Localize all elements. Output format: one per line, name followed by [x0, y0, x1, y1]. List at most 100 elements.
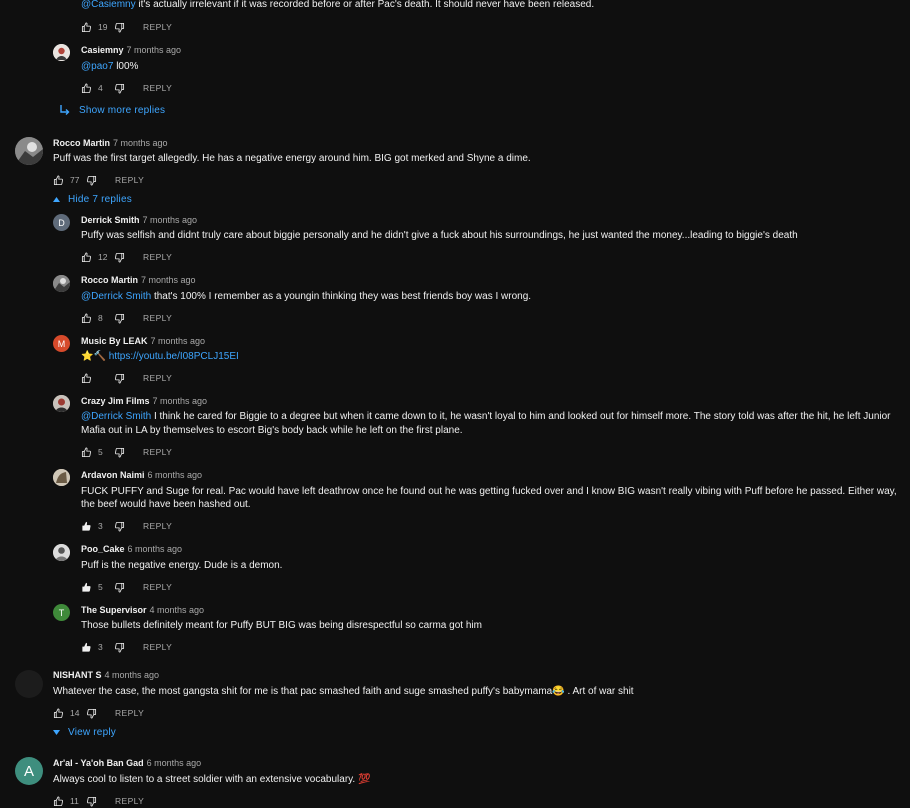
- comment-actions: 3 REPLY: [81, 640, 172, 654]
- comment-time[interactable]: 7 months ago: [151, 336, 206, 346]
- dislike-icon[interactable]: [114, 642, 125, 653]
- comment-time[interactable]: 7 months ago: [143, 215, 198, 225]
- dislike-icon[interactable]: [86, 175, 97, 186]
- avatar[interactable]: [53, 544, 70, 561]
- dislike-icon[interactable]: [114, 373, 125, 384]
- comment-time[interactable]: 6 months ago: [128, 544, 183, 554]
- video-link[interactable]: https://youtu.be/I08PCLJ15EI: [109, 351, 239, 362]
- view-reply-button[interactable]: View reply: [53, 727, 116, 738]
- mention-link[interactable]: @Casiemny: [81, 0, 136, 10]
- comment-author[interactable]: Music By LEAK 7 months ago: [81, 336, 205, 346]
- chevron-up-icon: [53, 197, 60, 202]
- avatar[interactable]: [53, 275, 70, 292]
- like-icon-active[interactable]: [81, 582, 92, 593]
- like-icon[interactable]: [81, 373, 92, 384]
- reply-button[interactable]: REPLY: [143, 313, 172, 323]
- like-count: 14: [70, 708, 80, 718]
- reply-button[interactable]: REPLY: [143, 22, 172, 32]
- comment-author[interactable]: The Supervisor 4 months ago: [81, 605, 204, 615]
- comment-time[interactable]: 7 months ago: [113, 138, 168, 148]
- reply-button[interactable]: REPLY: [115, 708, 144, 718]
- comment-time[interactable]: 7 months ago: [127, 45, 182, 55]
- comment-text: FUCK PUFFY and Suge for real. Pac would …: [81, 486, 897, 497]
- comment-author[interactable]: Ardavon Naimi 6 months ago: [81, 470, 202, 480]
- avatar[interactable]: M: [53, 335, 70, 352]
- show-more-replies-button[interactable]: Show more replies: [58, 104, 165, 117]
- reply-button[interactable]: REPLY: [143, 521, 172, 531]
- dislike-icon[interactable]: [114, 83, 125, 94]
- comment-time[interactable]: 4 months ago: [105, 670, 160, 680]
- comment-time[interactable]: 6 months ago: [147, 758, 202, 768]
- reply-arrow-icon: [60, 105, 70, 115]
- dislike-icon[interactable]: [114, 22, 125, 33]
- avatar[interactable]: A: [15, 757, 43, 785]
- comment-text: Puff is the negative energy. Dude is a d…: [81, 560, 283, 571]
- like-count: 11: [70, 796, 79, 806]
- like-icon[interactable]: [81, 447, 92, 458]
- like-count: 3: [98, 642, 103, 652]
- mention-link[interactable]: @Derrick Smith: [81, 291, 151, 302]
- like-icon[interactable]: [81, 252, 92, 263]
- comment-author[interactable]: NISHANT S4 months ago: [53, 670, 159, 680]
- dislike-icon[interactable]: [114, 313, 125, 324]
- avatar-image: [53, 275, 70, 292]
- comment-author[interactable]: Rocco Martin 7 months ago: [53, 138, 168, 148]
- comment-text: @pao7 l00%: [81, 61, 139, 72]
- comment-actions: 12 REPLY: [81, 250, 172, 264]
- dislike-icon[interactable]: [86, 796, 97, 807]
- dislike-icon[interactable]: [86, 708, 97, 719]
- comment-time[interactable]: 7 months ago: [141, 275, 196, 285]
- dislike-icon[interactable]: [114, 252, 125, 263]
- comment-author[interactable]: Derrick Smith 7 months ago: [81, 215, 197, 225]
- comment-author[interactable]: Ar'al - Ya'oh Ban Gad 6 months ago: [53, 758, 201, 768]
- emoji: 💯: [357, 774, 371, 785]
- reply-button[interactable]: REPLY: [143, 83, 172, 93]
- avatar[interactable]: [15, 670, 43, 698]
- avatar[interactable]: [15, 137, 43, 165]
- like-count: 12: [98, 252, 108, 262]
- avatar[interactable]: [53, 469, 70, 486]
- comment-actions: 4 REPLY: [81, 81, 172, 95]
- comment-time[interactable]: 7 months ago: [153, 396, 208, 406]
- comment-text: @Derrick Smith that's 100% I remember as…: [81, 291, 532, 302]
- reply-button[interactable]: REPLY: [115, 175, 144, 185]
- comment-author[interactable]: Casiemny 7 months ago: [81, 45, 181, 55]
- like-icon[interactable]: [81, 22, 92, 33]
- like-count: 5: [98, 582, 103, 592]
- like-icon-active[interactable]: [81, 642, 92, 653]
- comment-author[interactable]: Crazy Jim Films 7 months ago: [81, 396, 207, 406]
- like-icon-active[interactable]: [81, 521, 92, 532]
- comment-author[interactable]: Rocco Martin 7 months ago: [81, 275, 196, 285]
- avatar[interactable]: [53, 44, 70, 61]
- like-count: 19: [98, 22, 108, 32]
- reply-button[interactable]: REPLY: [143, 642, 172, 652]
- like-icon[interactable]: [53, 796, 64, 807]
- emoji: 😂: [552, 686, 565, 697]
- dislike-icon[interactable]: [114, 447, 125, 458]
- like-icon[interactable]: [81, 313, 92, 324]
- reply-button[interactable]: REPLY: [143, 447, 172, 457]
- like-icon[interactable]: [81, 83, 92, 94]
- avatar[interactable]: T: [53, 604, 70, 621]
- comment-text: Whatever the case, the most gangsta shit…: [53, 686, 634, 697]
- mention-link[interactable]: @Derrick Smith: [81, 411, 151, 422]
- comment-actions: 5 REPLY: [81, 580, 172, 594]
- reply-button[interactable]: REPLY: [143, 373, 172, 383]
- dislike-icon[interactable]: [114, 521, 125, 532]
- comment-text: @Casiemny it's actually irrelevant if it…: [81, 0, 595, 10]
- comment-author[interactable]: Poo_Cake 6 months ago: [81, 544, 182, 554]
- avatar[interactable]: D: [53, 214, 70, 231]
- avatar-image: [53, 395, 70, 412]
- reply-button[interactable]: REPLY: [143, 582, 172, 592]
- like-icon[interactable]: [53, 708, 64, 719]
- comment-time[interactable]: 4 months ago: [150, 605, 205, 615]
- mention-link[interactable]: @pao7: [81, 61, 113, 72]
- comment-time[interactable]: 6 months ago: [148, 470, 203, 480]
- reply-button[interactable]: REPLY: [115, 796, 144, 806]
- dislike-icon[interactable]: [114, 582, 125, 593]
- reply-button[interactable]: REPLY: [143, 252, 172, 262]
- avatar[interactable]: [53, 395, 70, 412]
- like-icon[interactable]: [53, 175, 64, 186]
- avatar-image: [53, 44, 70, 61]
- hide-replies-button[interactable]: Hide 7 replies: [53, 194, 132, 205]
